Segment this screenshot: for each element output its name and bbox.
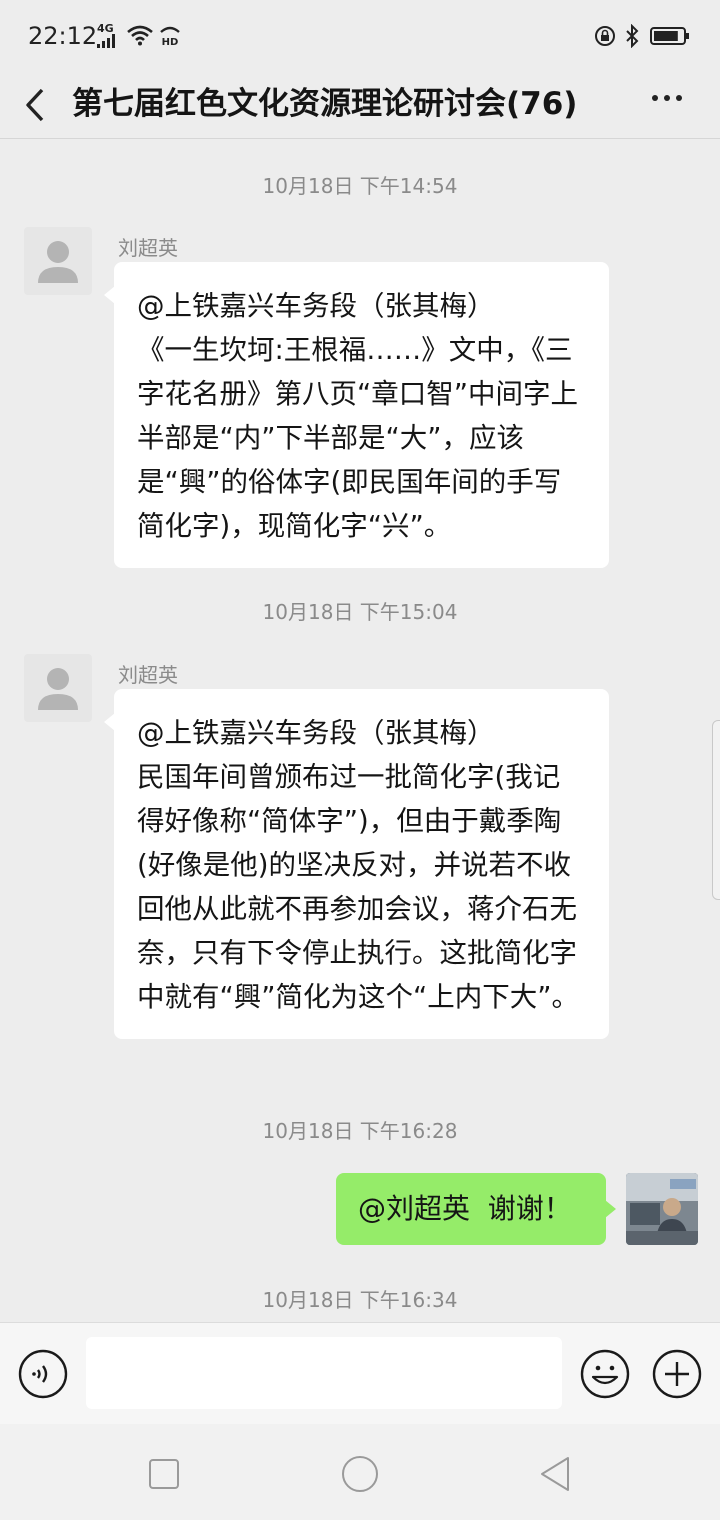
sender-avatar[interactable] (24, 227, 92, 295)
signal-icon (97, 34, 115, 48)
my-avatar[interactable] (626, 1173, 698, 1245)
message-timestamp: 10月18日 下午16:28 (262, 1119, 458, 1143)
default-avatar-icon (38, 241, 78, 283)
status-bar: 22:12 4G HD (0, 0, 720, 72)
chat-title: 第七届红色文化资源理论研讨会(76) (72, 86, 578, 122)
back-button[interactable] (18, 80, 58, 130)
hd-label: HD (162, 37, 179, 47)
message-input[interactable] (86, 1337, 562, 1409)
recents-button[interactable] (144, 1454, 184, 1494)
sender-avatar[interactable] (24, 654, 92, 722)
battery-icon (650, 27, 689, 45)
sender-name: 刘超英 (118, 236, 178, 260)
incoming-message-bubble[interactable]: @上铁嘉兴车务段（张其梅） 民国年间曾颁布过一批简化字(我记得好像称“简体字”)… (104, 689, 609, 1039)
message-timestamp: 10月18日 下午16:34 (262, 1288, 458, 1312)
default-avatar-icon (38, 668, 78, 710)
chat-header: 第七届红色文化资源理论研讨会(76) (0, 72, 720, 138)
wifi-icon (127, 25, 153, 46)
header-divider (0, 138, 720, 139)
outgoing-message-bubble[interactable]: @刘超英 谢谢！ (336, 1173, 616, 1245)
incoming-message-bubble[interactable]: @上铁嘉兴车务段（张其梅） 《一生坎坷:王根福……》文中，《三字花名册》第八页“… (104, 262, 609, 568)
bluetooth-icon (626, 24, 639, 48)
status-time: 22:12 (28, 22, 98, 50)
system-nav-bar (0, 1424, 720, 1520)
rotation-lock-icon (595, 26, 615, 46)
message-timestamp: 10月18日 下午15:04 (262, 600, 458, 624)
more-functions-button[interactable] (652, 1349, 702, 1399)
side-edge-handle[interactable] (712, 720, 720, 900)
hd-call-icon: HD (160, 26, 180, 47)
user-photo (626, 1173, 698, 1245)
input-bar (0, 1322, 720, 1424)
more-options-button[interactable] (645, 86, 689, 110)
sender-name: 刘超英 (118, 663, 178, 687)
emoji-button[interactable] (580, 1349, 630, 1399)
home-button[interactable] (340, 1454, 380, 1494)
nav-back-button[interactable] (536, 1454, 576, 1494)
voice-input-button[interactable] (18, 1349, 68, 1399)
message-timestamp: 10月18日 下午14:54 (262, 174, 458, 198)
